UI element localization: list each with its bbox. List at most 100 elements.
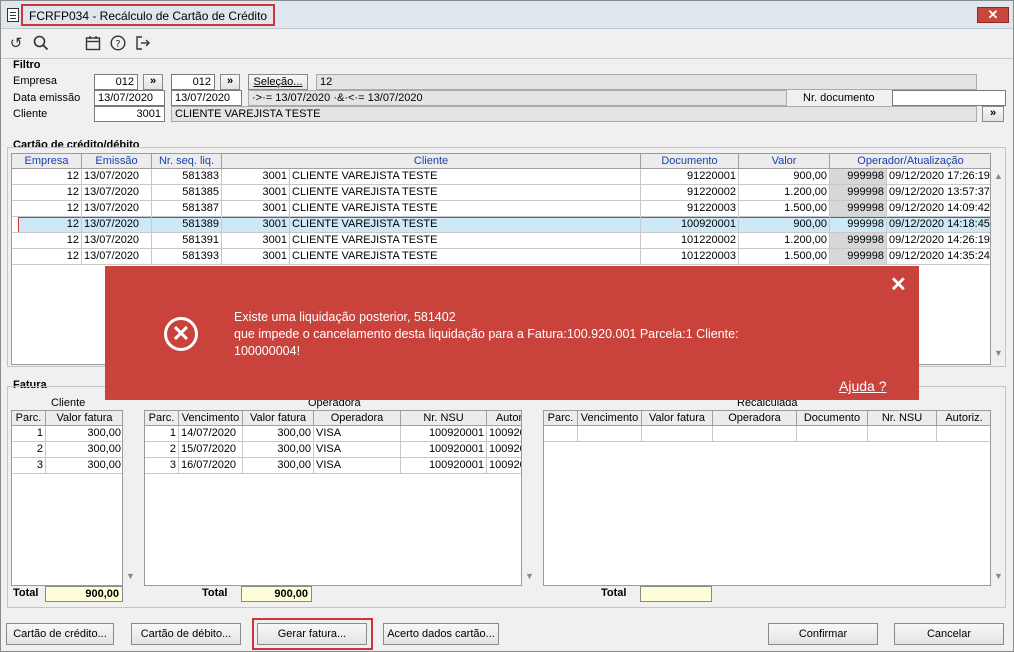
cell-recalculada-empty xyxy=(713,426,797,442)
cell-operadora: 100920001 xyxy=(487,426,521,442)
col-recalculada-3: Operadora xyxy=(713,411,797,426)
cell-valor: 300,00 xyxy=(46,458,122,474)
calendar-icon[interactable] xyxy=(84,35,102,53)
empresa-from-lookup-button[interactable]: » xyxy=(143,74,163,90)
title-bar: FCRFP034 - Recálculo de Cartão de Crédit… xyxy=(1,1,1013,29)
acerto-dados-cartao-button[interactable]: Acerto dados cartão... xyxy=(383,623,499,645)
total-recalculada-label: Total xyxy=(601,587,627,599)
empresa-label: Empresa xyxy=(13,75,58,87)
cell-operadora: 300,00 xyxy=(243,442,314,458)
col-empresa[interactable]: Empresa xyxy=(12,154,82,169)
recalculada-scroll-down-icon[interactable]: ▼ xyxy=(993,571,1004,581)
confirmar-button[interactable]: Confirmar xyxy=(768,623,878,645)
data-expression-field: ·>·= 13/07/2020 ·&·<·= 13/07/2020 xyxy=(248,90,787,106)
cell-parc: 2 xyxy=(12,442,46,458)
exit-icon[interactable] xyxy=(134,35,152,53)
col-cliente[interactable]: Cliente xyxy=(222,154,641,169)
col-operadora-1: Vencimento xyxy=(179,411,243,426)
cell-operadora: 1 xyxy=(145,426,179,442)
col-valor-fatura: Valor fatura xyxy=(46,411,122,426)
document-icon xyxy=(7,8,19,22)
table-row[interactable] xyxy=(12,201,990,217)
data-emissao-to-field[interactable]: 13/07/2020 xyxy=(171,90,242,106)
cell-operadora: 100920001 xyxy=(487,458,521,474)
col-parc: Parc. xyxy=(12,411,46,426)
cell-parc: 1 xyxy=(12,426,46,442)
col-recalculada-1: Vencimento xyxy=(578,411,642,426)
cliente-lookup-button[interactable]: » xyxy=(982,106,1004,122)
cell-operadora: 3 xyxy=(145,458,179,474)
col-operadora-3: Operadora xyxy=(314,411,401,426)
total-operadora-label: Total xyxy=(202,587,228,599)
help-icon[interactable]: ? xyxy=(109,35,127,53)
col-operador[interactable]: Operador/Atualização xyxy=(830,154,990,169)
empresa-from-field[interactable]: 012 xyxy=(94,74,138,90)
error-help-link[interactable]: Ajuda ? xyxy=(839,378,886,394)
table-row[interactable] xyxy=(12,233,990,249)
empresa-to-field[interactable]: 012 xyxy=(171,74,215,90)
cell-operadora: 15/07/2020 xyxy=(179,442,243,458)
col-operadora-5: Autoriz. xyxy=(487,411,521,426)
scroll-down-icon[interactable]: ▼ xyxy=(993,348,1004,358)
undo-icon[interactable]: ↺ xyxy=(7,35,25,53)
operadora-scroll-down-icon[interactable]: ▼ xyxy=(524,571,535,581)
cartao-credito-button[interactable]: Cartão de crédito... xyxy=(6,623,114,645)
cell-operadora: 2 xyxy=(145,442,179,458)
col-recalculada-4: Documento xyxy=(797,411,868,426)
data-emissao-label: Data emissão xyxy=(13,92,81,104)
selecao-value-field: 12 xyxy=(316,74,977,90)
table-row[interactable] xyxy=(12,217,990,233)
search-icon[interactable] xyxy=(32,35,50,53)
cell-operadora: 100920001 xyxy=(401,442,487,458)
cell-operadora: 100920001 xyxy=(401,426,487,442)
error-line-1: Existe uma liquidação posterior, 581402 xyxy=(234,310,456,324)
empresa-to-lookup-button[interactable]: » xyxy=(220,74,240,90)
data-emissao-from-field[interactable]: 13/07/2020 xyxy=(94,90,165,106)
error-close-icon[interactable]: ✕ xyxy=(890,272,907,297)
error-icon: ✕ xyxy=(164,317,198,351)
col-seq[interactable]: Nr. seq. liq. xyxy=(152,154,222,169)
col-operadora-4: Nr. NSU xyxy=(401,411,487,426)
col-operadora-0: Parc. xyxy=(145,411,179,426)
cell-parc: 3 xyxy=(12,458,46,474)
table-row[interactable] xyxy=(12,169,990,185)
selecao-button[interactable]: Seleção... xyxy=(248,74,308,90)
cartao-debito-button[interactable]: Cartão de débito... xyxy=(131,623,241,645)
nr-documento-field[interactable] xyxy=(892,90,1006,106)
cancelar-button[interactable]: Cancelar xyxy=(894,623,1004,645)
scroll-up-icon[interactable]: ▲ xyxy=(993,171,1004,181)
cell-operadora: 100920001 xyxy=(487,442,521,458)
cell-recalculada-empty xyxy=(937,426,990,442)
cell-valor: 300,00 xyxy=(46,426,122,442)
table-row[interactable] xyxy=(12,249,990,265)
toolbar: ↺ ? xyxy=(1,31,1013,57)
col-recalculada-6: Autoriz. xyxy=(937,411,990,426)
col-operadora-2: Valor fatura xyxy=(243,411,314,426)
error-message-panel: ✕ Existe uma liquidação posterior, 58140… xyxy=(105,266,919,400)
error-message: Existe uma liquidação posterior, 581402 … xyxy=(234,309,739,360)
cell-recalculada-empty xyxy=(642,426,713,442)
cliente-name-field: CLIENTE VAREJISTA TESTE xyxy=(171,106,977,122)
col-recalculada-2: Valor fatura xyxy=(642,411,713,426)
cell-operadora: VISA xyxy=(314,442,401,458)
nr-documento-label: Nr. documento xyxy=(803,92,875,104)
cell-operadora: 300,00 xyxy=(243,426,314,442)
cliente-label: Cliente xyxy=(13,108,48,120)
cell-operadora: VISA xyxy=(314,426,401,442)
cell-recalculada-empty xyxy=(578,426,642,442)
svg-text:?: ? xyxy=(115,39,120,50)
col-emissao[interactable]: Emissão xyxy=(82,154,152,169)
col-documento[interactable]: Documento xyxy=(641,154,739,169)
col-valor[interactable]: Valor xyxy=(739,154,830,169)
toolbar-divider xyxy=(1,58,1013,59)
table-row[interactable] xyxy=(12,185,990,201)
cliente-scroll-down-icon[interactable]: ▼ xyxy=(125,571,136,581)
window-close-button[interactable]: ✕ xyxy=(977,7,1009,23)
fatura-cliente-title: Cliente xyxy=(51,397,86,409)
fatura-operadora-table: Parc. Vencimento Valor fatura Operadora Nr. … xyxy=(144,410,522,586)
cell-operadora: 100920001 xyxy=(401,458,487,474)
total-operadora-field: 900,00 xyxy=(241,586,312,602)
gerar-fatura-button[interactable]: Gerar fatura... xyxy=(257,623,367,645)
cliente-code-field[interactable]: 3001 xyxy=(94,106,165,122)
cell-operadora: 300,00 xyxy=(243,458,314,474)
